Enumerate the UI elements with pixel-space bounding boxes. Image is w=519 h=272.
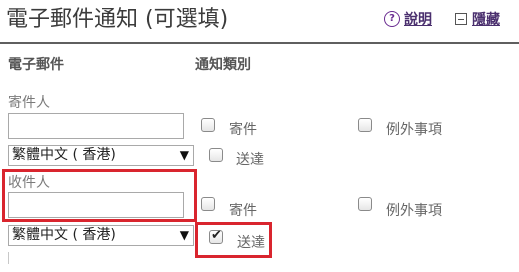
help-link[interactable]: ? 說明 bbox=[384, 9, 432, 29]
sender-exception-label: 例外事項 bbox=[386, 122, 442, 138]
section-title: 電子郵件通知 (可選填) bbox=[6, 7, 229, 32]
collapse-icon[interactable] bbox=[455, 13, 467, 25]
sender-label: 寄件人 bbox=[8, 95, 50, 111]
sender-language-select[interactable]: 繁體中文 ( 香港) ▼ bbox=[8, 145, 194, 166]
sender-exception-checkbox[interactable] bbox=[358, 118, 372, 132]
hide-link-label[interactable]: 隱藏 bbox=[472, 9, 500, 29]
email-column-heading: 電子郵件 bbox=[8, 57, 64, 73]
recipient-language-select[interactable]: 繁體中文 ( 香港) ▼ bbox=[8, 225, 194, 246]
help-link-label[interactable]: 說明 bbox=[404, 9, 432, 29]
sender-delivery-label: 送達 bbox=[236, 152, 264, 168]
recipient-label: 收件人 bbox=[8, 175, 50, 191]
sender-send-label: 寄件 bbox=[229, 122, 257, 138]
recipient-delivery-label: 送達 bbox=[237, 235, 265, 251]
recipient-send-checkbox[interactable] bbox=[201, 197, 215, 211]
sender-email-input[interactable] bbox=[8, 113, 184, 139]
recipient-language-value: 繁體中文 ( 香港) bbox=[12, 227, 116, 243]
sender-delivery-checkbox[interactable] bbox=[209, 148, 223, 162]
dropdown-arrow-icon: ▼ bbox=[179, 148, 189, 162]
recipient-exception-checkbox[interactable] bbox=[358, 197, 372, 211]
divider bbox=[8, 252, 9, 264]
help-icon[interactable]: ? bbox=[384, 11, 400, 27]
recipient-delivery-checkbox[interactable] bbox=[209, 228, 223, 244]
recipient-exception-label: 例外事項 bbox=[386, 203, 442, 219]
sender-send-checkbox[interactable] bbox=[201, 118, 215, 132]
recipient-email-input[interactable] bbox=[8, 192, 184, 218]
notify-type-column-heading: 通知類別 bbox=[195, 57, 251, 73]
dropdown-arrow-icon: ▼ bbox=[179, 228, 189, 242]
hide-link[interactable]: 隱藏 bbox=[455, 9, 500, 29]
section-header: 電子郵件通知 (可選填) ? 說明 隱藏 bbox=[0, 0, 519, 44]
recipient-send-label: 寄件 bbox=[229, 203, 257, 219]
sender-language-value: 繁體中文 ( 香港) bbox=[12, 147, 116, 163]
